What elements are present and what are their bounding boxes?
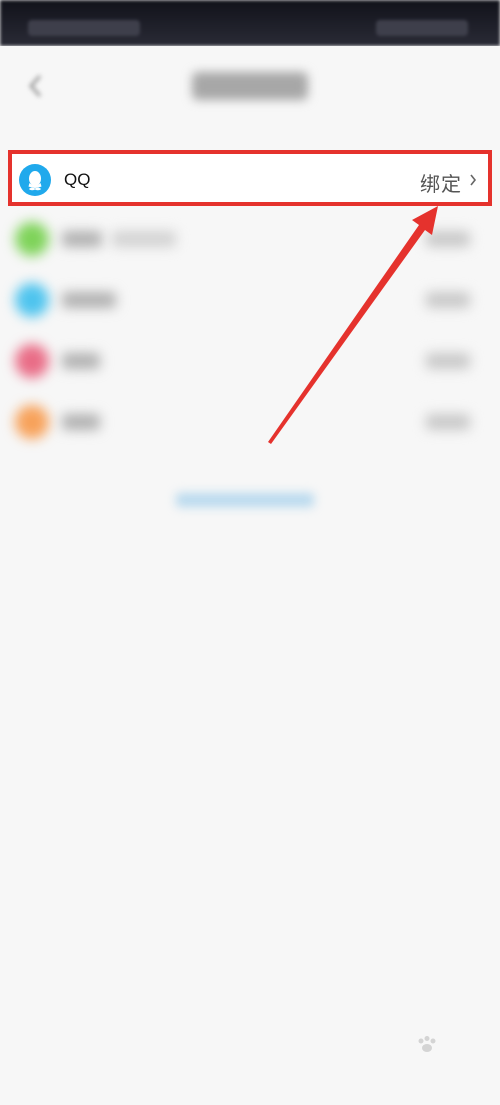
bind-status[interactable]: 绑定: [420, 168, 462, 197]
status-bar-right-info: [376, 20, 468, 36]
account-app-icon: [15, 405, 49, 439]
account-label: [62, 414, 100, 430]
chevron-right-icon: [470, 174, 477, 186]
page-title: [192, 72, 308, 100]
account-label: [62, 353, 100, 369]
account-label: [62, 292, 116, 308]
bind-status[interactable]: [426, 353, 470, 369]
account-app-icon: [15, 283, 49, 317]
account-app-icon: [15, 344, 49, 378]
account-nickname: [112, 231, 176, 247]
wechat-icon: [15, 222, 49, 256]
page-header: [0, 46, 500, 130]
bind-status[interactable]: [426, 231, 470, 247]
account-label: QQ: [64, 170, 91, 189]
account-row-pink[interactable]: [0, 331, 500, 392]
watermark: [378, 1036, 474, 1081]
bind-status[interactable]: [426, 292, 470, 308]
qq-bind-row[interactable]: QQ 绑定: [8, 150, 492, 206]
account-row-qq[interactable]: QQ 绑定: [0, 148, 500, 209]
account-row-blue[interactable]: [0, 270, 500, 331]
status-bar: [0, 0, 500, 46]
help-link[interactable]: [176, 493, 314, 507]
status-bar-left-info: [28, 20, 140, 36]
account-row-orange[interactable]: [0, 392, 500, 453]
account-label: [62, 231, 102, 247]
chevron-left-icon[interactable]: [26, 74, 46, 98]
qq-penguin-icon: [19, 164, 51, 196]
baidu-paw-icon: [418, 1036, 436, 1052]
account-row-wechat[interactable]: [0, 209, 500, 270]
bind-status[interactable]: [426, 414, 470, 430]
account-binding-list: QQ 绑定: [0, 148, 500, 453]
